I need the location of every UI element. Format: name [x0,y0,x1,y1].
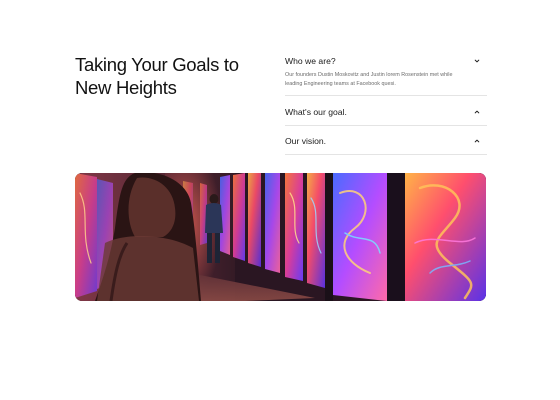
faq-accordion: Who we are? Our founders Dustin Moskovit… [285,51,487,155]
chevron-up-icon[interactable] [472,107,482,117]
faq-item-who-we-are: Who we are? Our founders Dustin Moskovit… [285,51,487,96]
faq-question: What's our goal. [285,106,347,117]
faq-answer-line-1: Our founders Dustin Moskovitz and Justin… [285,72,453,78]
page-title: Taking Your Goals to New Heights [75,53,265,99]
page: Taking Your Goals to New Heights Who we … [0,0,560,400]
faq-question: Our vision. [285,135,327,146]
chevron-down-icon[interactable] [472,56,482,66]
faq-answer-line-2: leading Engineering teams at Facebook qu… [285,80,396,87]
faq-answer: Our founders Dustin Moskovitz and Justin… [285,70,485,94]
gallery-illustration [75,173,486,301]
page-title-line-2: New Heights [75,77,177,98]
page-title-line-1: Taking Your Goals to [75,54,239,75]
faq-question: Who we are? [285,55,336,66]
faq-toggle-who-we-are[interactable]: Who we are? [285,51,487,70]
faq-toggle-our-goal[interactable]: What's our goal. [285,102,487,121]
faq-item-our-goal: What's our goal. [285,96,487,126]
chevron-up-icon[interactable] [472,136,482,146]
hero-image [75,173,486,301]
faq-toggle-our-vision[interactable]: Our vision. [285,131,487,150]
faq-item-our-vision: Our vision. [285,126,487,155]
